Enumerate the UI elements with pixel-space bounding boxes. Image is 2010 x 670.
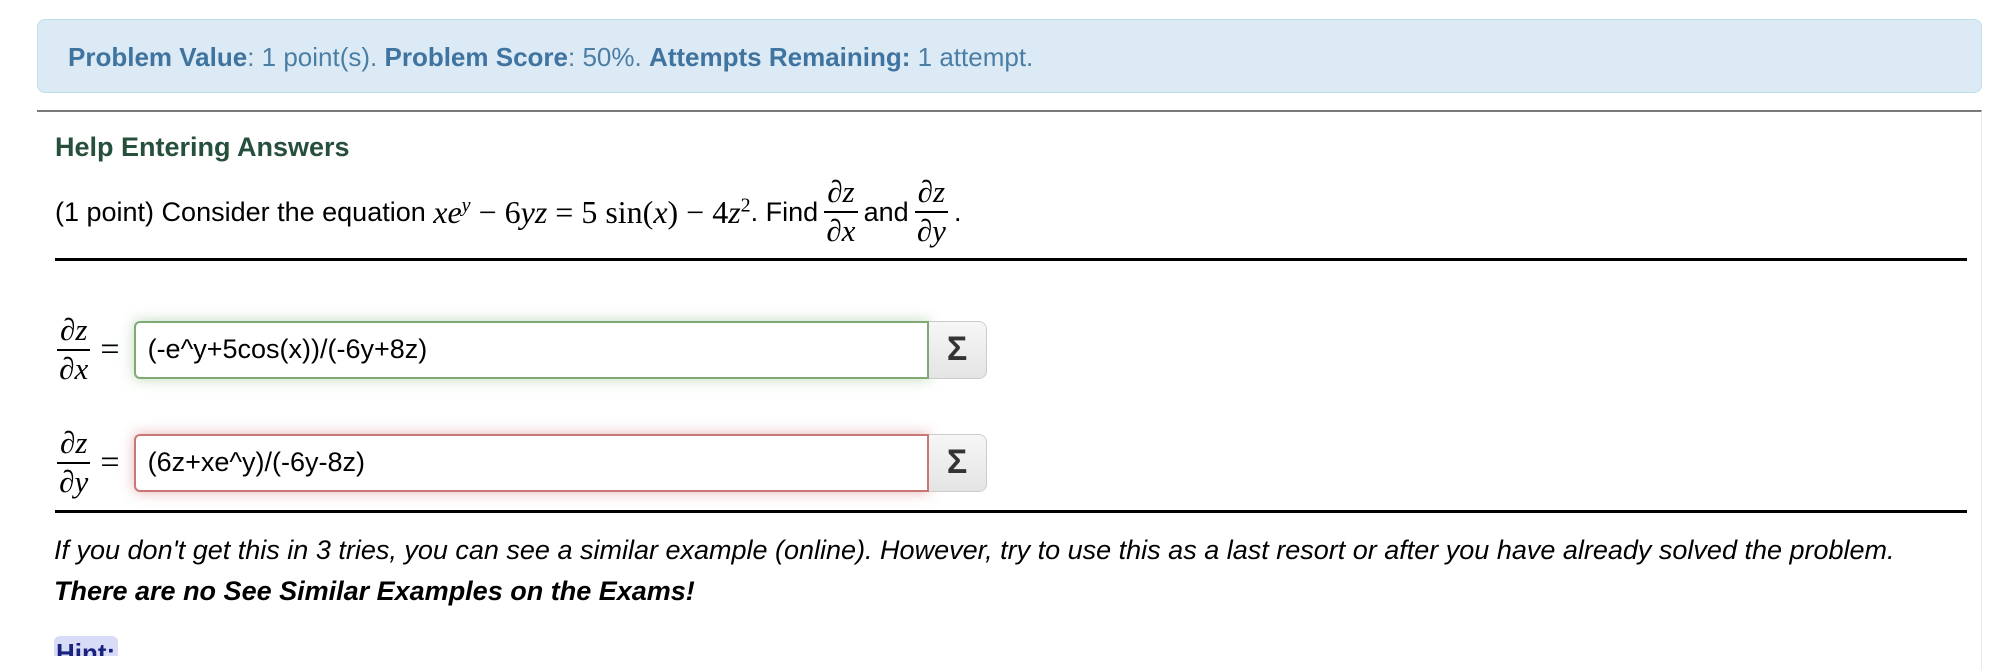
and-text: and — [863, 196, 909, 227]
hint-label: Hint: — [56, 638, 116, 656]
note-text: If you don't get this in 3 tries, you ca… — [54, 535, 1895, 565]
problem-status-text: Problem Value: 1 point(s). Problem Score… — [68, 42, 1033, 73]
attempts-remaining-label: Attempts Remaining: — [648, 42, 911, 72]
equation-editor-button[interactable]: Σ — [928, 433, 987, 492]
sigma-icon: Σ — [946, 443, 968, 482]
dz-dy-fraction: ∂z ∂y — [914, 176, 949, 247]
find-text: . Find — [750, 196, 819, 227]
problem-score: : 50%. — [568, 42, 642, 72]
equation-editor-button[interactable]: Σ — [928, 320, 987, 379]
problem-value: : 1 point(s). — [247, 42, 378, 72]
problem-status-alert: Problem Value: 1 point(s). Problem Score… — [37, 19, 1982, 93]
answer-row-dzdy: ∂z∂y = Σ — [55, 426, 987, 498]
see-similar-note: If you don't get this in 3 tries, you ca… — [54, 530, 1954, 612]
dz-dx-fraction: ∂z ∂x — [824, 176, 858, 247]
equation: xey − 6yz = 5 sin(x) − 4z2 — [433, 193, 751, 230]
sigma-icon: Σ — [946, 330, 968, 369]
hint-toggle[interactable]: Hint: — [54, 636, 118, 656]
question-prefix: (1 point) Consider the equation — [55, 196, 426, 227]
attempts-remaining: 1 attempt. — [910, 42, 1034, 72]
answer-input-dzdx[interactable] — [133, 320, 929, 379]
answer-label-dzdx: ∂z ∂x — [57, 313, 91, 385]
answer-row-dzdx: ∂z∂x = Σ — [55, 313, 987, 385]
divider — [55, 510, 1967, 513]
answer-label-dzdy: ∂z ∂y — [57, 426, 91, 498]
problem-value-label: Problem Value — [68, 42, 248, 72]
help-entering-answers-link[interactable]: Help Entering Answers — [55, 132, 350, 163]
problem-statement: (1 point) Consider the equation xey − 6y… — [55, 174, 962, 248]
answer-input-dzdy[interactable] — [133, 433, 929, 492]
note-bold: There are no See Similar Examples on the… — [54, 576, 695, 606]
divider — [55, 258, 1967, 261]
problem-score-label: Problem Score — [384, 42, 568, 72]
